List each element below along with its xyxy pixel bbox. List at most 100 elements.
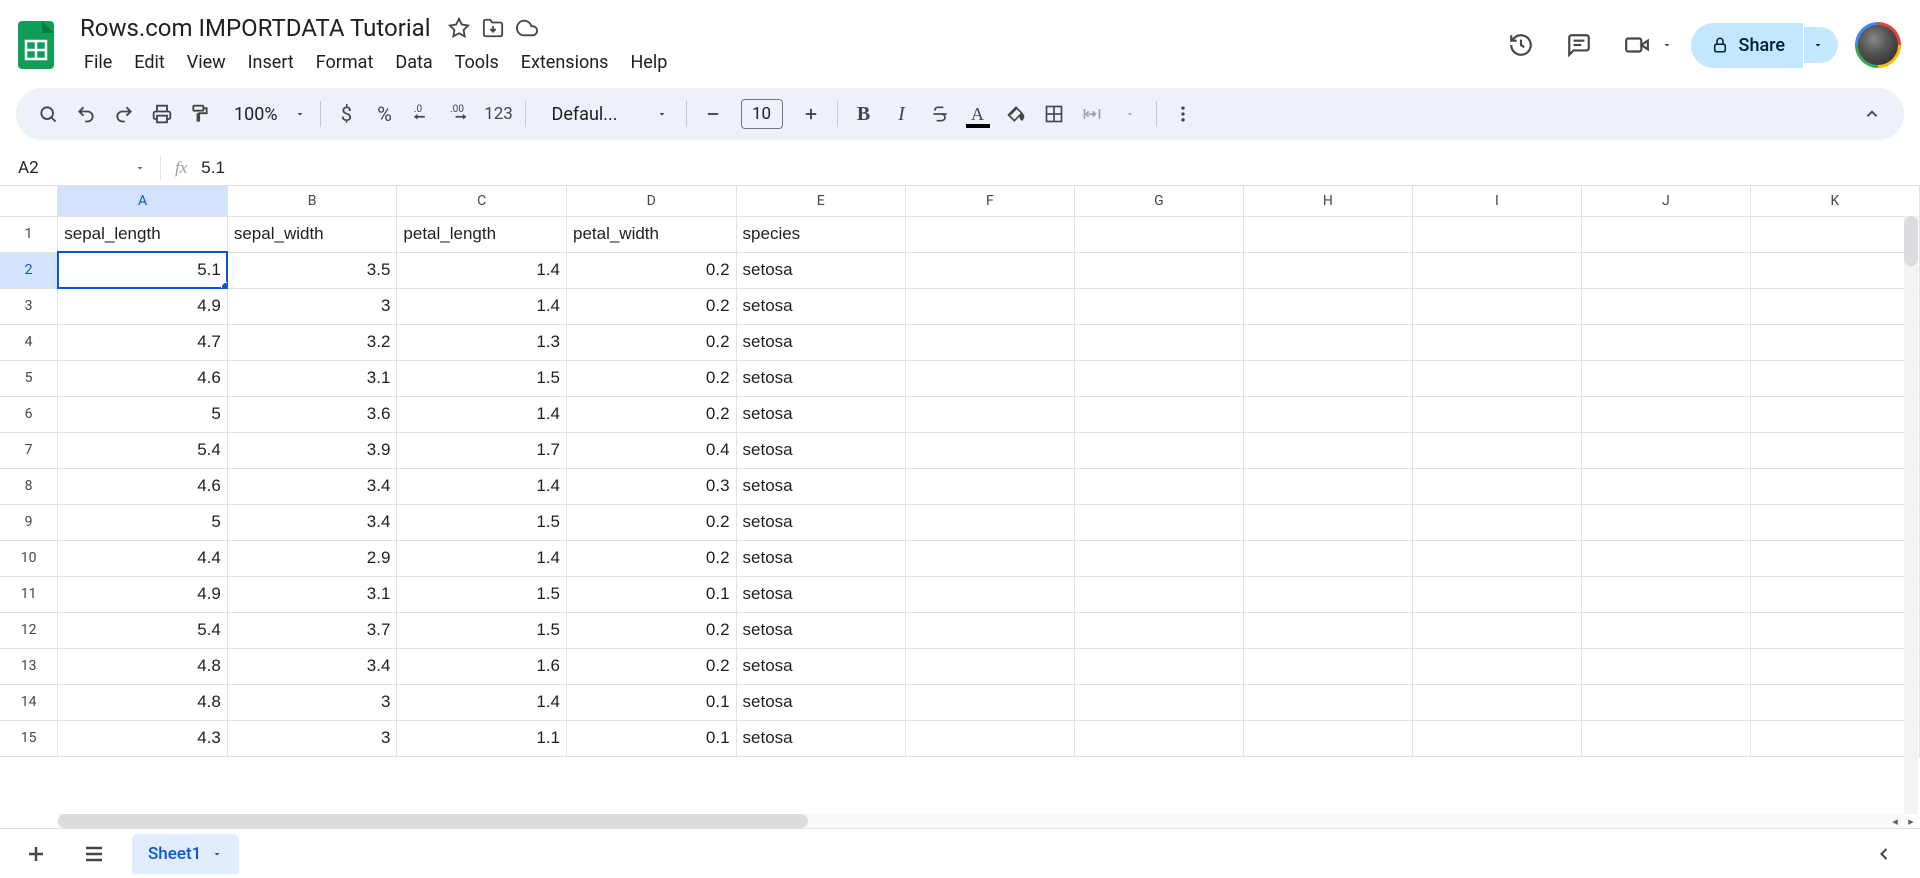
cell-J1[interactable] xyxy=(1581,216,1750,252)
meet-dropdown-icon[interactable] xyxy=(1661,39,1673,51)
cell-E14[interactable]: setosa xyxy=(736,684,905,720)
cell-H2[interactable] xyxy=(1243,252,1412,288)
cell-I2[interactable] xyxy=(1412,252,1581,288)
cell-A2[interactable]: 5.1 xyxy=(58,252,228,288)
cell-B12[interactable]: 3.7 xyxy=(227,612,397,648)
cell-C9[interactable]: 1.5 xyxy=(397,504,567,540)
cell-I15[interactable] xyxy=(1412,720,1581,756)
menu-format[interactable]: Format xyxy=(306,48,384,77)
menu-view[interactable]: View xyxy=(177,48,236,77)
cell-F15[interactable] xyxy=(905,720,1074,756)
cell-C13[interactable]: 1.6 xyxy=(397,648,567,684)
cell-H5[interactable] xyxy=(1243,360,1412,396)
row-header-10[interactable]: 10 xyxy=(0,540,58,576)
cell-G11[interactable] xyxy=(1074,576,1243,612)
cell-I6[interactable] xyxy=(1412,396,1581,432)
cell-K8[interactable] xyxy=(1750,468,1919,504)
cell-H9[interactable] xyxy=(1243,504,1412,540)
cell-A9[interactable]: 5 xyxy=(58,504,228,540)
cell-A11[interactable]: 4.9 xyxy=(58,576,228,612)
column-header-A[interactable]: A xyxy=(58,186,228,216)
cell-J9[interactable] xyxy=(1581,504,1750,540)
merge-dropdown-icon[interactable] xyxy=(1112,96,1148,132)
menu-edit[interactable]: Edit xyxy=(124,48,174,77)
menu-file[interactable]: File xyxy=(74,48,122,77)
cell-J8[interactable] xyxy=(1581,468,1750,504)
horizontal-scrollbar-thumb[interactable] xyxy=(58,814,808,828)
cell-B3[interactable]: 3 xyxy=(227,288,397,324)
cell-H15[interactable] xyxy=(1243,720,1412,756)
cell-A14[interactable]: 4.8 xyxy=(58,684,228,720)
cell-K4[interactable] xyxy=(1750,324,1919,360)
cell-G13[interactable] xyxy=(1074,648,1243,684)
cell-K5[interactable] xyxy=(1750,360,1919,396)
cell-A3[interactable]: 4.9 xyxy=(58,288,228,324)
cell-B9[interactable]: 3.4 xyxy=(227,504,397,540)
vertical-scrollbar-track[interactable] xyxy=(1904,216,1918,814)
row-header-15[interactable]: 15 xyxy=(0,720,58,756)
cell-J14[interactable] xyxy=(1581,684,1750,720)
cell-C15[interactable]: 1.1 xyxy=(397,720,567,756)
cell-C5[interactable]: 1.5 xyxy=(397,360,567,396)
cell-E6[interactable]: setosa xyxy=(736,396,905,432)
cell-K12[interactable] xyxy=(1750,612,1919,648)
cell-C4[interactable]: 1.3 xyxy=(397,324,567,360)
cell-D11[interactable]: 0.1 xyxy=(566,576,736,612)
cell-J3[interactable] xyxy=(1581,288,1750,324)
column-header-I[interactable]: I xyxy=(1412,186,1581,216)
cell-B2[interactable]: 3.5 xyxy=(227,252,397,288)
cell-H1[interactable] xyxy=(1243,216,1412,252)
account-avatar[interactable] xyxy=(1856,23,1900,67)
cell-D10[interactable]: 0.2 xyxy=(566,540,736,576)
cell-B4[interactable]: 3.2 xyxy=(227,324,397,360)
italic-icon[interactable]: I xyxy=(884,96,920,132)
cell-J10[interactable] xyxy=(1581,540,1750,576)
increase-decimal-icon[interactable]: .00 xyxy=(443,96,479,132)
cell-D4[interactable]: 0.2 xyxy=(566,324,736,360)
cell-G4[interactable] xyxy=(1074,324,1243,360)
cell-G5[interactable] xyxy=(1074,360,1243,396)
merge-cells-icon[interactable] xyxy=(1074,96,1110,132)
cell-B15[interactable]: 3 xyxy=(227,720,397,756)
comments-icon[interactable] xyxy=(1559,25,1599,65)
row-header-13[interactable]: 13 xyxy=(0,648,58,684)
formula-input[interactable] xyxy=(201,158,1920,178)
cell-G12[interactable] xyxy=(1074,612,1243,648)
cell-K14[interactable] xyxy=(1750,684,1919,720)
cell-D8[interactable]: 0.3 xyxy=(566,468,736,504)
share-dropdown[interactable] xyxy=(1804,27,1838,63)
cell-F4[interactable] xyxy=(905,324,1074,360)
row-header-8[interactable]: 8 xyxy=(0,468,58,504)
cell-C10[interactable]: 1.4 xyxy=(397,540,567,576)
cell-C12[interactable]: 1.5 xyxy=(397,612,567,648)
cell-H4[interactable] xyxy=(1243,324,1412,360)
cell-G6[interactable] xyxy=(1074,396,1243,432)
column-header-C[interactable]: C xyxy=(397,186,567,216)
cell-A8[interactable]: 4.6 xyxy=(58,468,228,504)
cell-C11[interactable]: 1.5 xyxy=(397,576,567,612)
search-menus-icon[interactable] xyxy=(30,96,66,132)
cell-E9[interactable]: setosa xyxy=(736,504,905,540)
cell-G14[interactable] xyxy=(1074,684,1243,720)
cell-I9[interactable] xyxy=(1412,504,1581,540)
cell-G8[interactable] xyxy=(1074,468,1243,504)
cell-F14[interactable] xyxy=(905,684,1074,720)
cell-J5[interactable] xyxy=(1581,360,1750,396)
history-icon[interactable] xyxy=(1501,25,1541,65)
cell-H14[interactable] xyxy=(1243,684,1412,720)
sheets-logo[interactable] xyxy=(10,10,62,80)
cell-F2[interactable] xyxy=(905,252,1074,288)
cell-F5[interactable] xyxy=(905,360,1074,396)
cell-F6[interactable] xyxy=(905,396,1074,432)
cell-E13[interactable]: setosa xyxy=(736,648,905,684)
collapse-toolbar-icon[interactable] xyxy=(1854,96,1890,132)
meet-icon[interactable] xyxy=(1617,25,1657,65)
undo-icon[interactable] xyxy=(68,96,104,132)
cell-A5[interactable]: 4.6 xyxy=(58,360,228,396)
cell-D5[interactable]: 0.2 xyxy=(566,360,736,396)
cell-G7[interactable] xyxy=(1074,432,1243,468)
cell-A7[interactable]: 5.4 xyxy=(58,432,228,468)
cell-I3[interactable] xyxy=(1412,288,1581,324)
cell-H12[interactable] xyxy=(1243,612,1412,648)
decrease-decimal-icon[interactable]: .0 xyxy=(405,96,441,132)
